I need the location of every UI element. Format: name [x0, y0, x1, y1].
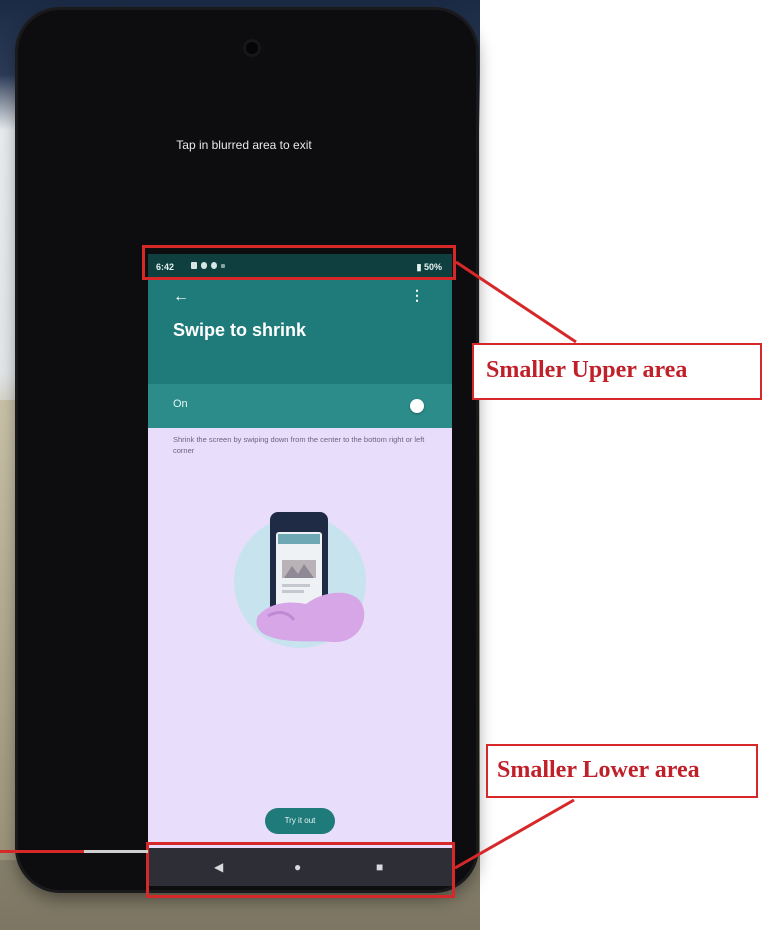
app-header: ← ⋮ Swipe to shrink — [148, 280, 452, 384]
toggle-switch[interactable] — [410, 399, 424, 413]
lower-area-highlight — [146, 842, 455, 898]
toggle-row[interactable]: On — [148, 384, 452, 428]
feature-description: Shrink the screen by swiping down from t… — [173, 435, 425, 455]
red-marker-line — [0, 850, 84, 853]
gesture-line — [84, 850, 148, 853]
lower-area-callout: Smaller Lower area — [486, 744, 758, 798]
toggle-label: On — [173, 398, 188, 410]
back-arrow-icon[interactable]: ← — [173, 288, 189, 306]
upper-area-highlight — [142, 245, 456, 280]
shrunk-screen[interactable]: 6:42 ▮ 50% ← ⋮ Swipe to shrink On Shrink… — [148, 254, 452, 886]
exit-hint-text[interactable]: Tap in blurred area to exit — [0, 138, 488, 152]
page-title: Swipe to shrink — [173, 320, 307, 340]
front-camera — [246, 42, 258, 54]
try-it-out-button[interactable]: Try it out — [265, 808, 335, 834]
upper-area-callout: Smaller Upper area — [472, 343, 762, 400]
overflow-menu-icon[interactable]: ⋮ — [410, 287, 424, 304]
phone-hand-illustration — [234, 512, 366, 648]
